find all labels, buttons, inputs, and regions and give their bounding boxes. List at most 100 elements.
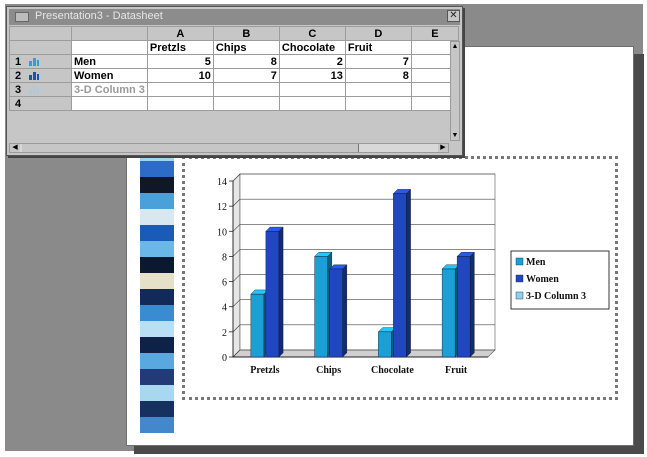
y-tick-label: 14 bbox=[217, 177, 227, 188]
column-header[interactable]: C bbox=[278, 26, 346, 41]
y-tick-label: 0 bbox=[222, 353, 227, 364]
screen: 0 2 4 6 8 10 12 14 Pretzls Chips Chocolate Fruit Men… bbox=[0, 0, 647, 457]
row-header-content: 2 bbox=[12, 70, 69, 82]
row-header-content: 3 bbox=[12, 84, 69, 96]
chart-object[interactable]: 0 2 4 6 8 10 12 14 Pretzls Chips Chocolate Fruit Men… bbox=[182, 156, 618, 400]
vertical-scrollbar[interactable]: ▲ ▼ bbox=[450, 41, 460, 141]
row-number: 4 bbox=[14, 97, 22, 110]
series-label-cell[interactable]: Women bbox=[71, 68, 148, 83]
value-cell[interactable]: 13 bbox=[278, 68, 346, 83]
bar bbox=[329, 268, 343, 358]
row-header[interactable]: 3 bbox=[9, 82, 72, 97]
value-cell[interactable] bbox=[344, 96, 412, 111]
row-header-content: 1 bbox=[12, 56, 69, 68]
value-cell[interactable] bbox=[278, 82, 346, 97]
stripe-band bbox=[140, 209, 174, 225]
bar-side bbox=[278, 226, 284, 358]
category-cell[interactable]: Fruit bbox=[344, 40, 412, 55]
column-header[interactable]: D bbox=[344, 26, 412, 41]
y-tick-label: 8 bbox=[222, 252, 227, 263]
y-tick-label: 10 bbox=[217, 227, 227, 238]
row-header[interactable]: 4 bbox=[9, 96, 72, 111]
stripe-band bbox=[140, 305, 174, 321]
category-cell[interactable]: Chocolate bbox=[278, 40, 346, 55]
bar bbox=[265, 231, 280, 358]
value-cell[interactable]: 8 bbox=[344, 68, 412, 83]
y-tick-label: 4 bbox=[222, 303, 227, 314]
legend-swatch bbox=[515, 257, 524, 266]
blank-cell[interactable] bbox=[71, 40, 148, 55]
series-label-cell[interactable]: Men bbox=[71, 54, 148, 69]
stripe-band bbox=[140, 241, 174, 257]
value-cell[interactable]: 10 bbox=[146, 68, 214, 83]
stripe-band bbox=[140, 257, 174, 273]
value-cell[interactable] bbox=[212, 82, 280, 97]
column-header-row: ABCDE bbox=[9, 26, 459, 41]
value-cell[interactable]: 8 bbox=[212, 54, 280, 69]
bar bbox=[250, 293, 265, 358]
column-header[interactable]: E bbox=[410, 26, 459, 41]
x-tick-label: Chips bbox=[316, 365, 341, 376]
value-cell[interactable] bbox=[146, 82, 214, 97]
series-chart-icon-bar bbox=[37, 74, 39, 80]
select-all-corner[interactable] bbox=[9, 26, 72, 41]
series-chart-icon-bar bbox=[29, 75, 32, 80]
close-button[interactable]: ✕ bbox=[447, 10, 460, 22]
datasheet-window[interactable]: Presentation3 - Datasheet ✕ A B C D E Pretzls… bbox=[6, 6, 463, 156]
row-header-content: 4 bbox=[12, 98, 69, 110]
row-header[interactable]: 1 bbox=[9, 54, 72, 69]
scroll-right-icon[interactable]: ▶ bbox=[438, 144, 448, 152]
column-header[interactable]: B bbox=[212, 26, 280, 41]
row-label-column-header[interactable] bbox=[71, 26, 148, 41]
value-cell[interactable]: 7 bbox=[344, 54, 412, 69]
category-cell[interactable]: Chips bbox=[212, 40, 280, 55]
horizontal-scrollbar[interactable]: ◀ ▶ bbox=[9, 143, 449, 153]
row-number: 1 bbox=[14, 55, 22, 68]
bar bbox=[441, 268, 456, 358]
series-label-cell[interactable] bbox=[71, 96, 148, 111]
datasheet-grid[interactable]: A B C D E Pretzls Chips Chocolate Fruit 1 Men 5 8 2 7 2… bbox=[9, 26, 459, 111]
scroll-down-icon[interactable]: ▼ bbox=[451, 131, 459, 140]
row-header[interactable]: 2 bbox=[9, 68, 72, 83]
bar-side bbox=[342, 264, 348, 358]
value-cell[interactable] bbox=[146, 96, 214, 111]
stripe-band bbox=[140, 161, 174, 177]
category-cell[interactable]: Pretzls bbox=[146, 40, 214, 55]
window-title: Presentation3 - Datasheet bbox=[35, 10, 163, 22]
value-cell[interactable] bbox=[212, 96, 280, 111]
legend-swatch bbox=[515, 274, 524, 283]
x-tick-label: Fruit bbox=[445, 365, 468, 376]
series-chart-icon bbox=[29, 72, 39, 80]
legend-label: Women bbox=[526, 274, 559, 285]
legend-swatch bbox=[515, 291, 524, 300]
value-cell[interactable] bbox=[278, 96, 346, 111]
series-label-cell[interactable]: 3-D Column 3 bbox=[71, 82, 148, 97]
y-tick-label: 12 bbox=[217, 202, 227, 213]
scroll-thumb[interactable] bbox=[22, 144, 359, 152]
value-cell[interactable] bbox=[344, 82, 412, 97]
chart-svg: 0 2 4 6 8 10 12 14 Pretzls Chips Chocolate Fruit Men… bbox=[217, 173, 610, 376]
stripe-band bbox=[140, 193, 174, 209]
column-header[interactable]: A bbox=[146, 26, 214, 41]
stripe-band bbox=[140, 289, 174, 305]
value-cell[interactable]: 5 bbox=[146, 54, 214, 69]
scroll-left-icon[interactable]: ◀ bbox=[10, 144, 20, 152]
title-bar[interactable]: Presentation3 - Datasheet bbox=[9, 9, 460, 25]
value-cell[interactable]: 7 bbox=[212, 68, 280, 83]
series-chart-icon-bar bbox=[37, 88, 39, 94]
series-chart-icon-bar bbox=[37, 60, 39, 66]
bar bbox=[456, 256, 471, 358]
value-cell[interactable]: 2 bbox=[278, 54, 346, 69]
bar-side bbox=[469, 251, 475, 358]
x-tick-label: Chocolate bbox=[371, 365, 414, 376]
category-row: Pretzls Chips Chocolate Fruit bbox=[9, 40, 459, 55]
table-row: 4 bbox=[9, 96, 459, 111]
row-header-blank[interactable] bbox=[9, 40, 72, 55]
legend-label: 3-D Column 3 bbox=[526, 291, 586, 302]
x-tick-label: Pretzls bbox=[250, 365, 279, 376]
stripe-band bbox=[140, 353, 174, 369]
stripe-band bbox=[140, 177, 174, 193]
scroll-up-icon[interactable]: ▲ bbox=[451, 42, 459, 51]
bar-side bbox=[406, 188, 411, 358]
stripe-band bbox=[140, 417, 174, 433]
